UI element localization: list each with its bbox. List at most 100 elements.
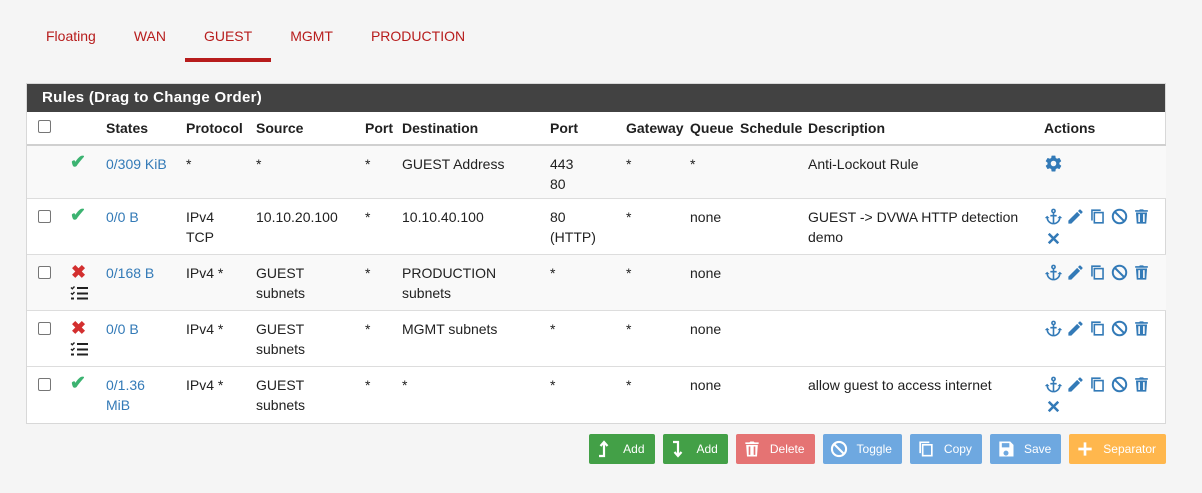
- pencil-icon[interactable]: [1066, 319, 1088, 341]
- schedule-cell: [736, 145, 804, 199]
- states-link[interactable]: 0/0 B: [106, 209, 139, 225]
- schedule-cell: [736, 254, 804, 311]
- add-bottom-button[interactable]: Add: [662, 434, 728, 464]
- queue-cell: none: [686, 254, 736, 311]
- status-cell: ✔: [62, 198, 102, 255]
- gateway-cell: *: [622, 254, 686, 311]
- block-icon: ✖: [71, 317, 87, 338]
- actions-cell: [1040, 254, 1166, 311]
- states-link[interactable]: 0/0 B: [106, 321, 139, 337]
- states-link[interactable]: 0/168 B: [106, 265, 154, 281]
- description-cell: GUEST -> DVWA HTTP detection demo: [804, 198, 1040, 255]
- destination-header: Destination: [398, 112, 546, 146]
- schedule-cell: [736, 310, 804, 367]
- description-cell: [804, 310, 1040, 367]
- table-row[interactable]: ✖ 0/0 B IPv4 * GUEST subnets * MGMT subne…: [27, 310, 1166, 367]
- tab-floating[interactable]: Floating: [27, 0, 115, 62]
- row-checkbox[interactable]: [38, 377, 51, 391]
- save-button[interactable]: Save: [989, 434, 1062, 464]
- protocol-cell: IPv4 *: [182, 254, 252, 311]
- schedule-cell: [736, 366, 804, 422]
- trash-icon[interactable]: [1132, 375, 1154, 397]
- anchor-icon[interactable]: [1044, 319, 1066, 341]
- log-list-icon: [70, 341, 88, 355]
- tab-mgmt[interactable]: MGMT: [271, 0, 352, 62]
- trash-icon[interactable]: [1132, 263, 1154, 285]
- schedule-cell: [736, 198, 804, 255]
- separator-button[interactable]: Separator: [1069, 434, 1166, 464]
- destination-cell: 10.10.40.100: [398, 198, 546, 255]
- pencil-icon[interactable]: [1066, 207, 1088, 229]
- copy-button[interactable]: Copy: [909, 434, 982, 464]
- toggle-label: Toggle: [856, 442, 892, 456]
- ban-icon[interactable]: [1110, 319, 1132, 341]
- dest-port-line2: (HTTP): [550, 228, 596, 245]
- add-top-label: Add: [623, 442, 645, 456]
- table-row[interactable]: ✖ 0/168 B IPv4 * GUEST subnets * PRODUCTI…: [27, 254, 1166, 311]
- select-all-checkbox[interactable]: [38, 120, 51, 133]
- status-cell: ✖: [62, 254, 102, 311]
- copy-icon[interactable]: [1088, 375, 1110, 397]
- close-icon[interactable]: [1044, 229, 1066, 251]
- source-header: Source: [252, 112, 361, 146]
- row-checkbox[interactable]: [38, 265, 51, 279]
- add-top-button[interactable]: Add: [589, 434, 655, 464]
- ban-icon[interactable]: [1110, 207, 1132, 229]
- select-all-cell: [27, 112, 62, 146]
- table-header-row: States Protocol Source Port Destination …: [27, 112, 1166, 146]
- ban-icon[interactable]: [1110, 263, 1132, 285]
- states-link[interactable]: 0/309 KiB: [106, 156, 167, 172]
- states-header: States: [102, 112, 182, 146]
- arrow-up-icon: [599, 440, 609, 458]
- tab-production[interactable]: PRODUCTION: [352, 0, 484, 62]
- actions-cell: [1040, 198, 1166, 255]
- row-checkbox[interactable]: [38, 209, 51, 223]
- destination-cell: *: [402, 376, 408, 393]
- schedule-header: Schedule: [736, 112, 804, 146]
- delete-button[interactable]: Delete: [735, 434, 815, 464]
- protocol-cell: *: [182, 145, 252, 199]
- status-cell: ✖: [62, 310, 102, 367]
- separator-label: Separator: [1103, 442, 1156, 456]
- source-line2: subnets: [256, 340, 306, 357]
- copy-icon[interactable]: [1088, 207, 1110, 229]
- copy-icon[interactable]: [1088, 263, 1110, 285]
- protocol-cell: IPv4 *: [182, 310, 252, 367]
- rule-actions: [1044, 319, 1154, 341]
- anchor-icon[interactable]: [1044, 263, 1066, 285]
- trash-icon[interactable]: [1132, 207, 1154, 229]
- anchor-icon[interactable]: [1044, 375, 1066, 397]
- states-link[interactable]: 0/1.36: [106, 375, 178, 395]
- check-icon: ✔: [70, 204, 86, 226]
- port-cell: *: [365, 376, 371, 393]
- protocol-header: Protocol: [182, 112, 252, 146]
- copy-icon[interactable]: [1088, 319, 1110, 341]
- destination-cell: MGMT subnets: [398, 310, 546, 367]
- toggle-button[interactable]: Toggle: [822, 434, 902, 464]
- queue-cell: none: [690, 376, 722, 393]
- trash-icon[interactable]: [1132, 319, 1154, 341]
- tab-guest[interactable]: GUEST: [184, 0, 272, 62]
- gear-icon[interactable]: [1044, 154, 1066, 176]
- protocol-cell: IPv4 TCP: [182, 198, 252, 255]
- source-cell: GUEST subnets: [252, 366, 361, 422]
- ban-icon[interactable]: [1110, 375, 1132, 397]
- rules-panel: Rules (Drag to Change Order) States Prot…: [26, 83, 1166, 424]
- row-checkbox[interactable]: [38, 321, 51, 335]
- tab-wan[interactable]: WAN: [115, 0, 185, 62]
- pencil-icon[interactable]: [1066, 263, 1088, 285]
- description-cell: Anti-Lockout Rule: [804, 145, 1040, 199]
- source-line: GUEST: [256, 264, 305, 281]
- table-row[interactable]: ✔ 0/1.36 MiB IPv4 * GUEST subnets * * * * …: [27, 366, 1166, 422]
- arrow-down-icon: [672, 440, 682, 458]
- queue-header: Queue: [686, 112, 736, 146]
- pencil-icon[interactable]: [1066, 375, 1088, 397]
- table-row[interactable]: ✔ 0/309 KiB * * * GUEST Address 443 80 * …: [27, 145, 1166, 199]
- states-link-line2[interactable]: MiB: [106, 395, 178, 415]
- description-line: GUEST -> DVWA HTTP detection: [808, 208, 1019, 225]
- anchor-icon[interactable]: [1044, 207, 1066, 229]
- table-row[interactable]: ✔ 0/0 B IPv4 TCP 10.10.20.100 * 10.10.40.…: [27, 198, 1166, 255]
- port-cell: *: [361, 310, 398, 367]
- protocol-line: IPv4: [186, 208, 215, 225]
- close-icon[interactable]: [1044, 397, 1066, 419]
